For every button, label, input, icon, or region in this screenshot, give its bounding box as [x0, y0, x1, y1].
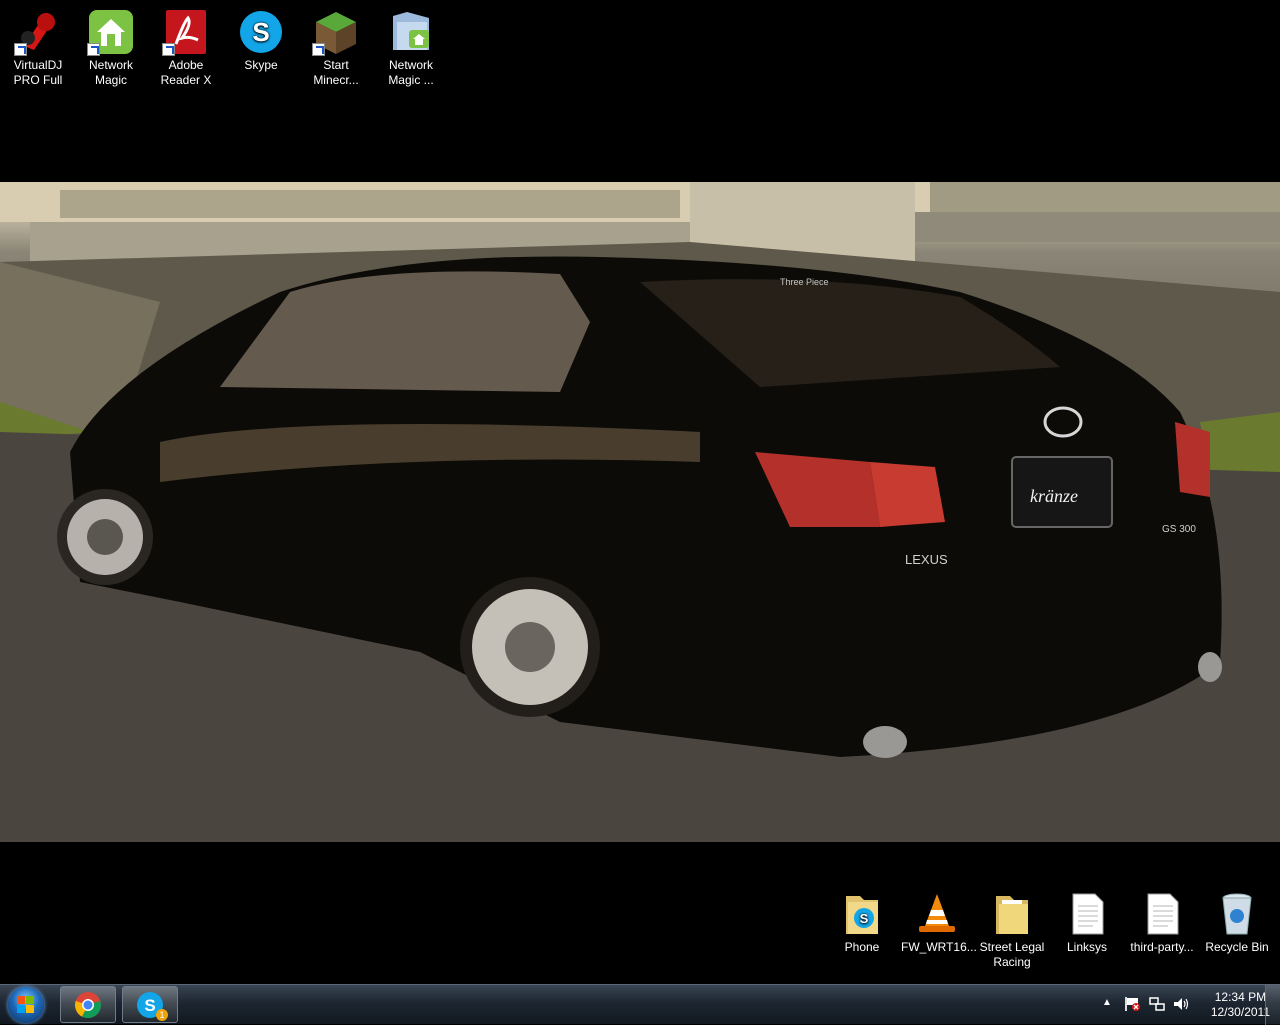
clock-date: 12/30/2011 [1210, 1005, 1270, 1019]
folder-icon [988, 890, 1036, 938]
desktop-icon-label: Skype [244, 58, 278, 72]
minecraft-icon [312, 8, 360, 56]
chrome-icon [75, 992, 101, 1019]
volume-icon[interactable] [1172, 996, 1190, 1012]
desktop-icon-virtualdj[interactable]: VirtualDJ PRO Full [0, 2, 76, 88]
desktop-icon-label: Phone [844, 940, 880, 954]
wallpaper-image: Three Piece kränze LEXUS GS 300 [0, 182, 1280, 842]
virtualdj-icon [14, 8, 62, 56]
windows-logo-icon [8, 987, 44, 1023]
adobe-reader-icon [162, 8, 210, 56]
desktop[interactable]: Three Piece kränze LEXUS GS 300 VirtualD… [0, 0, 1280, 984]
vlc-icon [913, 890, 961, 938]
show-hidden-icons-icon[interactable]: ▲ [1102, 997, 1112, 1008]
desktop-icon-label: Start Minecr... [313, 58, 359, 87]
action-center-flag-icon[interactable] [1124, 996, 1142, 1012]
desktop-icon-label: Network Magic [88, 58, 133, 87]
notification-badge: 1 [156, 1009, 168, 1021]
network-magic-icon [87, 8, 135, 56]
taskbar: S 1 ▲ 12:34 PM 12/30/2011 [0, 984, 1280, 1025]
desktop-icon-minecraft[interactable]: Start Minecr... [298, 2, 374, 88]
desktop-icon-third-party[interactable]: third-party... [1124, 884, 1200, 955]
desktop-icon-network-magic[interactable]: Network Magic [73, 2, 149, 88]
desktop-icon-label: Recycle Bin [1205, 940, 1269, 954]
desktop-icon-label: Linksys [1066, 940, 1107, 954]
desktop-icon-recycle-bin[interactable]: Recycle Bin [1199, 884, 1275, 955]
network-icon[interactable] [1148, 996, 1166, 1012]
desktop-icon-fw-wrt16[interactable]: FW_WRT16... [899, 884, 977, 955]
desktop-icon-skype[interactable]: S Skype [223, 2, 299, 73]
desktop-icon-phone[interactable]: S Phone [824, 884, 900, 955]
desktop-icon-street-legal-racing[interactable]: Street Legal Racing [974, 884, 1050, 970]
wallpaper-text-gs300: GS 300 [1162, 524, 1196, 535]
show-desktop-button[interactable] [1265, 985, 1280, 1025]
skype-icon: S [237, 8, 285, 56]
text-file-icon [1138, 890, 1186, 938]
desktop-icon-linksys[interactable]: Linksys [1049, 884, 1125, 955]
desktop-icon-label: Adobe Reader X [160, 58, 212, 87]
desktop-icon-label: Street Legal Racing [979, 940, 1045, 969]
recycle-bin-icon [1213, 890, 1261, 938]
network-magic-folder-icon [387, 8, 435, 56]
svg-text:S: S [252, 17, 269, 47]
clock-time: 12:34 PM [1214, 990, 1267, 1004]
start-button[interactable] [2, 986, 50, 1024]
wallpaper-text-lexus: LEXUS [905, 552, 948, 567]
desktop-icon-label: FW_WRT16... [901, 940, 977, 954]
wallpaper-text-three-piece: Three Piece [780, 277, 829, 287]
desktop-icon-adobe-reader[interactable]: Adobe Reader X [148, 2, 224, 88]
taskbar-chrome-button[interactable] [60, 986, 116, 1023]
wallpaper-text-kranze: kränze [1030, 486, 1078, 506]
desktop-icon-label: VirtualDJ PRO Full [13, 58, 63, 87]
taskbar-skype-button[interactable]: S 1 [122, 986, 178, 1023]
desktop-icon-network-magic-folder[interactable]: Network Magic ... [373, 2, 449, 88]
desktop-icon-label: third-party... [1130, 940, 1194, 954]
skype-folder-icon: S [838, 890, 886, 938]
svg-text:S: S [144, 996, 155, 1015]
clock[interactable]: 12:34 PM 12/30/2011 [1211, 990, 1270, 1020]
text-file-icon [1063, 890, 1111, 938]
system-tray: ▲ 12:34 PM 12/30/2011 [1090, 985, 1280, 1025]
desktop-icon-label: Network Magic ... [388, 58, 434, 87]
svg-text:S: S [860, 911, 869, 926]
